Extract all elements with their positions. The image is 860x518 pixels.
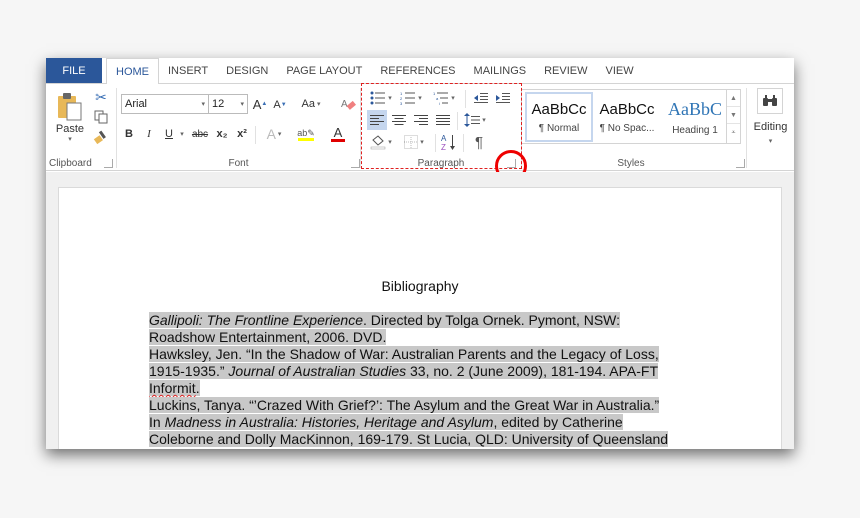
entry-text: Roadshow Entertainment, 2006. DVD. [149,329,387,345]
tab-home[interactable]: HOME [106,58,159,84]
entry-text: . [195,380,200,396]
entry-title: Madness in Australia: Histories, Heritag… [164,414,494,430]
style-name: Heading 1 [672,124,718,136]
style-sample: AaBbC [668,98,722,119]
editing-group: Editing ▾ [747,84,794,172]
document-page[interactable]: Bibliography Gallipoli: The Frontline Ex… [58,187,782,449]
editing-button[interactable]: Editing [747,120,794,134]
entry-text: 1915-1935.” [149,363,229,379]
scroll-up-icon[interactable]: ▲ [727,90,740,107]
ribbon-tabs: FILE HOME INSERT DESIGN PAGE LAYOUT REFE… [46,58,794,84]
bibliography-text[interactable]: Gallipoli: The Frontline Experience. Dir… [149,312,729,448]
style-normal[interactable]: AaBbCc ¶ Normal [525,92,593,142]
styles-launcher-icon[interactable] [736,159,745,168]
more-styles-icon[interactable]: ⩡ [727,124,740,141]
scroll-down-icon[interactable]: ▼ [727,107,740,124]
entry-text: In [149,414,165,430]
misspelled-word[interactable]: Informit [149,380,196,396]
styles-group: AaBbCc ¶ Normal AaBbCc ¶ No Spac... AaBb… [46,84,746,172]
style-sample: AaBbCc [531,100,587,118]
entry-text: Hawksley, Jen. “In the Shadow of War: Au… [149,346,659,362]
tab-mailings[interactable]: MAILINGS [465,58,536,83]
tab-design[interactable]: DESIGN [217,58,277,83]
tab-view[interactable]: VIEW [597,58,643,83]
ribbon: Paste ▾ ✂ Clipboard Arial ▾ 12 ▾ A ▲ A ▼… [46,83,794,171]
document-title: Bibliography [381,278,459,294]
tab-insert[interactable]: INSERT [159,58,217,83]
tab-file[interactable]: FILE [46,58,102,83]
entry-title: Gallipoli: The Frontline Experience [149,312,363,328]
document-area: Bibliography Gallipoli: The Frontline Ex… [46,172,794,449]
word-window: FILE HOME INSERT DESIGN PAGE LAYOUT REFE… [46,58,794,449]
styles-gallery: AaBbCc ¶ Normal AaBbCc ¶ No Spac... AaBb… [521,89,741,144]
styles-scroll: ▲ ▼ ⩡ [726,90,740,143]
find-icon[interactable] [757,88,783,114]
entry-text: 33, no. 2 (June 2009), 181-194. APA-FT [406,363,658,379]
entry-text: . Directed by Tolga Ornek. Pymont, NSW: [363,312,621,328]
chevron-down-icon[interactable]: ▾ [747,136,794,146]
style-sample: AaBbCc [599,100,655,118]
style-name: ¶ Normal [538,122,580,134]
style-name: ¶ No Spac... [599,122,655,134]
entry-text: Luckins, Tanya. “’Crazed With Grief?’: T… [149,397,660,413]
entry-text: , edited by Catherine [493,414,623,430]
tab-page-layout[interactable]: PAGE LAYOUT [277,58,371,83]
entry-title: Journal of Australian Studies [228,363,407,379]
style-no-spacing[interactable]: AaBbCc ¶ No Spac... [593,92,661,142]
entry-text: Coleborne and Dolly MacKinnon, 169-179. … [149,431,669,447]
styles-group-label: Styles [617,158,645,169]
style-heading-1[interactable]: AaBbC Heading 1 [661,92,729,142]
tab-review[interactable]: REVIEW [535,58,596,83]
tab-references[interactable]: REFERENCES [371,58,464,83]
